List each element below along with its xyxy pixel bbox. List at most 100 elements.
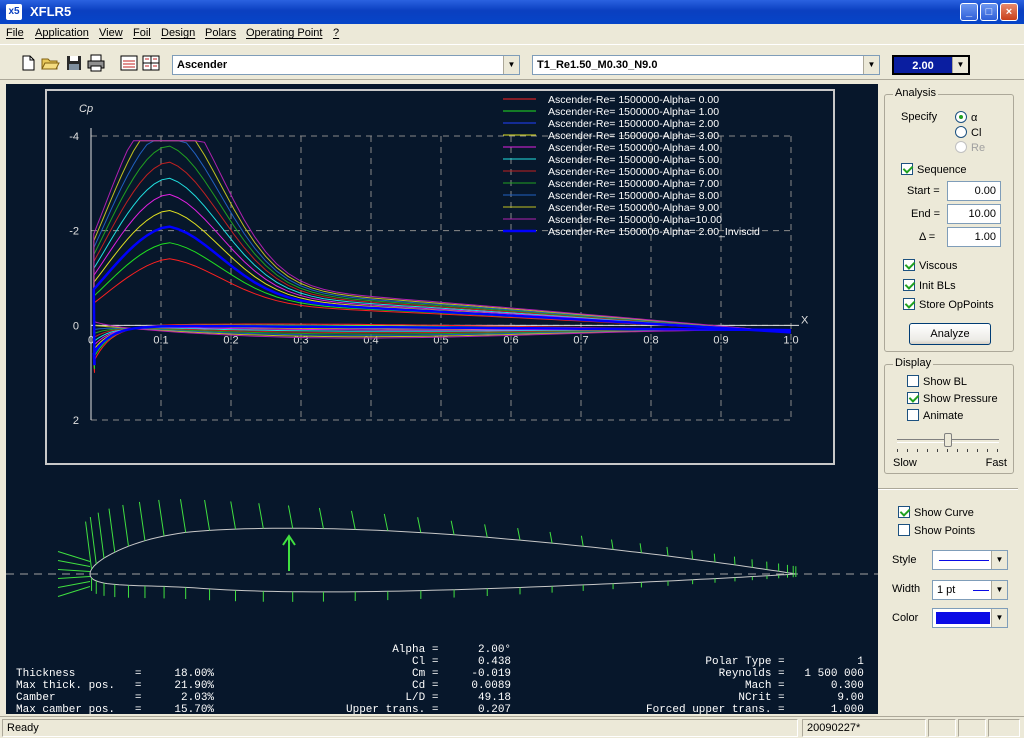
x-tick-label: 0.2 <box>223 334 238 346</box>
radio-checked-icon <box>955 111 967 123</box>
viscous-checkbox[interactable]: Viscous <box>903 259 957 272</box>
right-panel: Analysis Specify α Cl Re Sequence Start … <box>878 84 1018 714</box>
menu-bar: File Application View Foil Design Polars… <box>0 24 1024 44</box>
pressure-arrow-upper <box>639 543 642 553</box>
analyze-button[interactable]: Analyze <box>909 323 991 345</box>
menu-help[interactable]: ? <box>333 27 339 39</box>
menu-foil[interactable]: Foil <box>133 27 151 39</box>
minimize-button[interactable]: _ <box>960 3 978 21</box>
display-group-label: Display <box>893 357 934 369</box>
pressure-arrow-upper <box>122 504 129 547</box>
menu-file[interactable]: File <box>6 27 24 39</box>
window-title: XFLR5 <box>30 4 72 19</box>
chevron-down-icon[interactable]: ▼ <box>991 581 1007 599</box>
polar-select[interactable]: T1_Re1.50_M0.30_N9.0 ▼ <box>532 55 880 75</box>
title-bar[interactable]: x5 XFLR5 _ □ × <box>0 0 1024 24</box>
legend-entry: Ascender-Re= 1500000-Alpha= 3.00 <box>548 130 719 142</box>
pressure-arrow-upper <box>383 513 389 531</box>
pressure-arrow-nose <box>57 581 91 588</box>
menu-application[interactable]: Application <box>35 27 89 39</box>
delta-input[interactable]: 1.00 <box>947 227 1001 247</box>
animate-checkbox[interactable]: Animate <box>907 409 963 422</box>
chevron-down-icon[interactable]: ▼ <box>863 56 879 74</box>
alpha-select[interactable]: 2.00 ▼ <box>892 55 970 75</box>
single-graph-view-icon[interactable] <box>119 53 139 73</box>
fast-label: Fast <box>985 457 1007 469</box>
show-pressure-checkbox[interactable]: Show Pressure <box>907 392 998 405</box>
status-file: 20090227* <box>802 719 926 737</box>
status-bar: Ready 20090227* <box>0 716 1024 738</box>
chevron-down-icon[interactable]: ▼ <box>991 609 1007 627</box>
start-input[interactable]: 0.00 <box>947 181 1001 201</box>
sequence-checkbox[interactable]: Sequence <box>901 163 967 176</box>
slider-tick <box>937 449 938 452</box>
operating-point-prop: Cd = 0.0089 <box>346 680 512 692</box>
x-tick-label: 0.7 <box>573 334 588 346</box>
end-label: End = <box>911 208 941 220</box>
pressure-arrow-upper <box>580 535 584 547</box>
slider-tick <box>947 449 948 452</box>
pressure-arrow-upper <box>733 556 736 565</box>
save-icon[interactable] <box>64 53 84 73</box>
foil-view <box>6 499 878 602</box>
geometry-prop: Camber = 2.03% <box>16 692 215 704</box>
multi-graph-view-icon[interactable] <box>141 53 161 73</box>
width-label: Width <box>892 583 921 595</box>
checkbox-checked-icon <box>903 298 915 310</box>
x-tick-label: 0.1 <box>153 334 168 346</box>
slider-tick <box>977 449 978 452</box>
x-axis-label: X <box>801 314 809 326</box>
x-tick-label: 0.4 <box>363 334 378 346</box>
pressure-arrow-upper <box>138 501 146 541</box>
line-style-select[interactable]: ▼ <box>932 550 1008 570</box>
legend-entry: Ascender-Re= 1500000-Alpha= 4.00 <box>548 142 719 154</box>
pressure-arrow-upper <box>484 524 488 538</box>
chevron-down-icon[interactable]: ▼ <box>503 56 519 74</box>
end-input[interactable]: 10.00 <box>947 204 1001 224</box>
specify-alpha-radio[interactable]: α <box>955 111 977 124</box>
init-bl-checkbox[interactable]: Init BLs <box>903 279 956 292</box>
new-file-icon[interactable] <box>18 53 38 73</box>
menu-view[interactable]: View <box>99 27 123 39</box>
slider-tick <box>917 449 918 452</box>
open-folder-icon[interactable] <box>40 53 60 73</box>
pressure-arrow-upper <box>204 499 211 531</box>
line-width-select[interactable]: 1 pt ▼ <box>932 580 1008 600</box>
legend-entry: Ascender-Re= 1500000-Alpha= 0.00 <box>548 94 719 106</box>
alpha-select-value: 2.00 <box>912 60 934 72</box>
maximize-button[interactable]: □ <box>980 3 998 21</box>
pressure-arrow-upper <box>611 539 614 550</box>
operating-point-props: Alpha = 2.00° Cl = 0.438 Cm = -0.019 Cd … <box>346 620 511 714</box>
color-label: Color <box>892 612 919 624</box>
init-bl-label: Init BLs <box>919 280 956 292</box>
show-bl-checkbox[interactable]: Show BL <box>907 375 967 388</box>
pressure-arrow-nose <box>57 586 91 597</box>
foil-select[interactable]: Ascender ▼ <box>172 55 520 75</box>
polar-select-value: T1_Re1.50_M0.30_N9.0 <box>537 59 658 71</box>
line-color-select[interactable]: ▼ <box>932 608 1008 628</box>
line-width-value: 1 pt <box>937 584 956 596</box>
graph-area[interactable]: 00.10.20.30.40.50.60.70.80.91.0-4-202CpX… <box>6 84 878 714</box>
speed-slider-ticks <box>897 449 999 453</box>
operating-point-prop: Cm = -0.019 <box>346 668 512 680</box>
store-oppoints-checkbox[interactable]: Store OpPoints <box>903 298 994 311</box>
chevron-down-icon[interactable]: ▼ <box>952 57 968 73</box>
line-width-preview <box>973 590 989 591</box>
polar-prop: Forced upper trans. = 1.000 <box>646 704 864 714</box>
menu-design[interactable]: Design <box>161 27 195 39</box>
x-tick-label: 0.9 <box>713 334 728 346</box>
specify-cl-radio[interactable]: Cl <box>955 126 981 139</box>
menu-polars[interactable]: Polars <box>205 27 236 39</box>
speed-slider-thumb[interactable] <box>944 433 952 447</box>
pressure-arrow-upper <box>158 499 165 537</box>
analysis-group: Analysis Specify α Cl Re Sequence Start … <box>884 87 1014 352</box>
close-button[interactable]: × <box>1000 3 1018 21</box>
show-curve-checkbox[interactable]: Show Curve <box>898 506 974 519</box>
menu-operating-point[interactable]: Operating Point <box>246 27 322 39</box>
y-tick-label: -2 <box>69 226 79 238</box>
chevron-down-icon[interactable]: ▼ <box>991 551 1007 569</box>
show-points-checkbox[interactable]: Show Points <box>898 524 975 537</box>
pressure-arrow-upper <box>179 499 187 533</box>
print-icon[interactable] <box>86 53 106 73</box>
specify-cl-label: Cl <box>971 127 982 139</box>
